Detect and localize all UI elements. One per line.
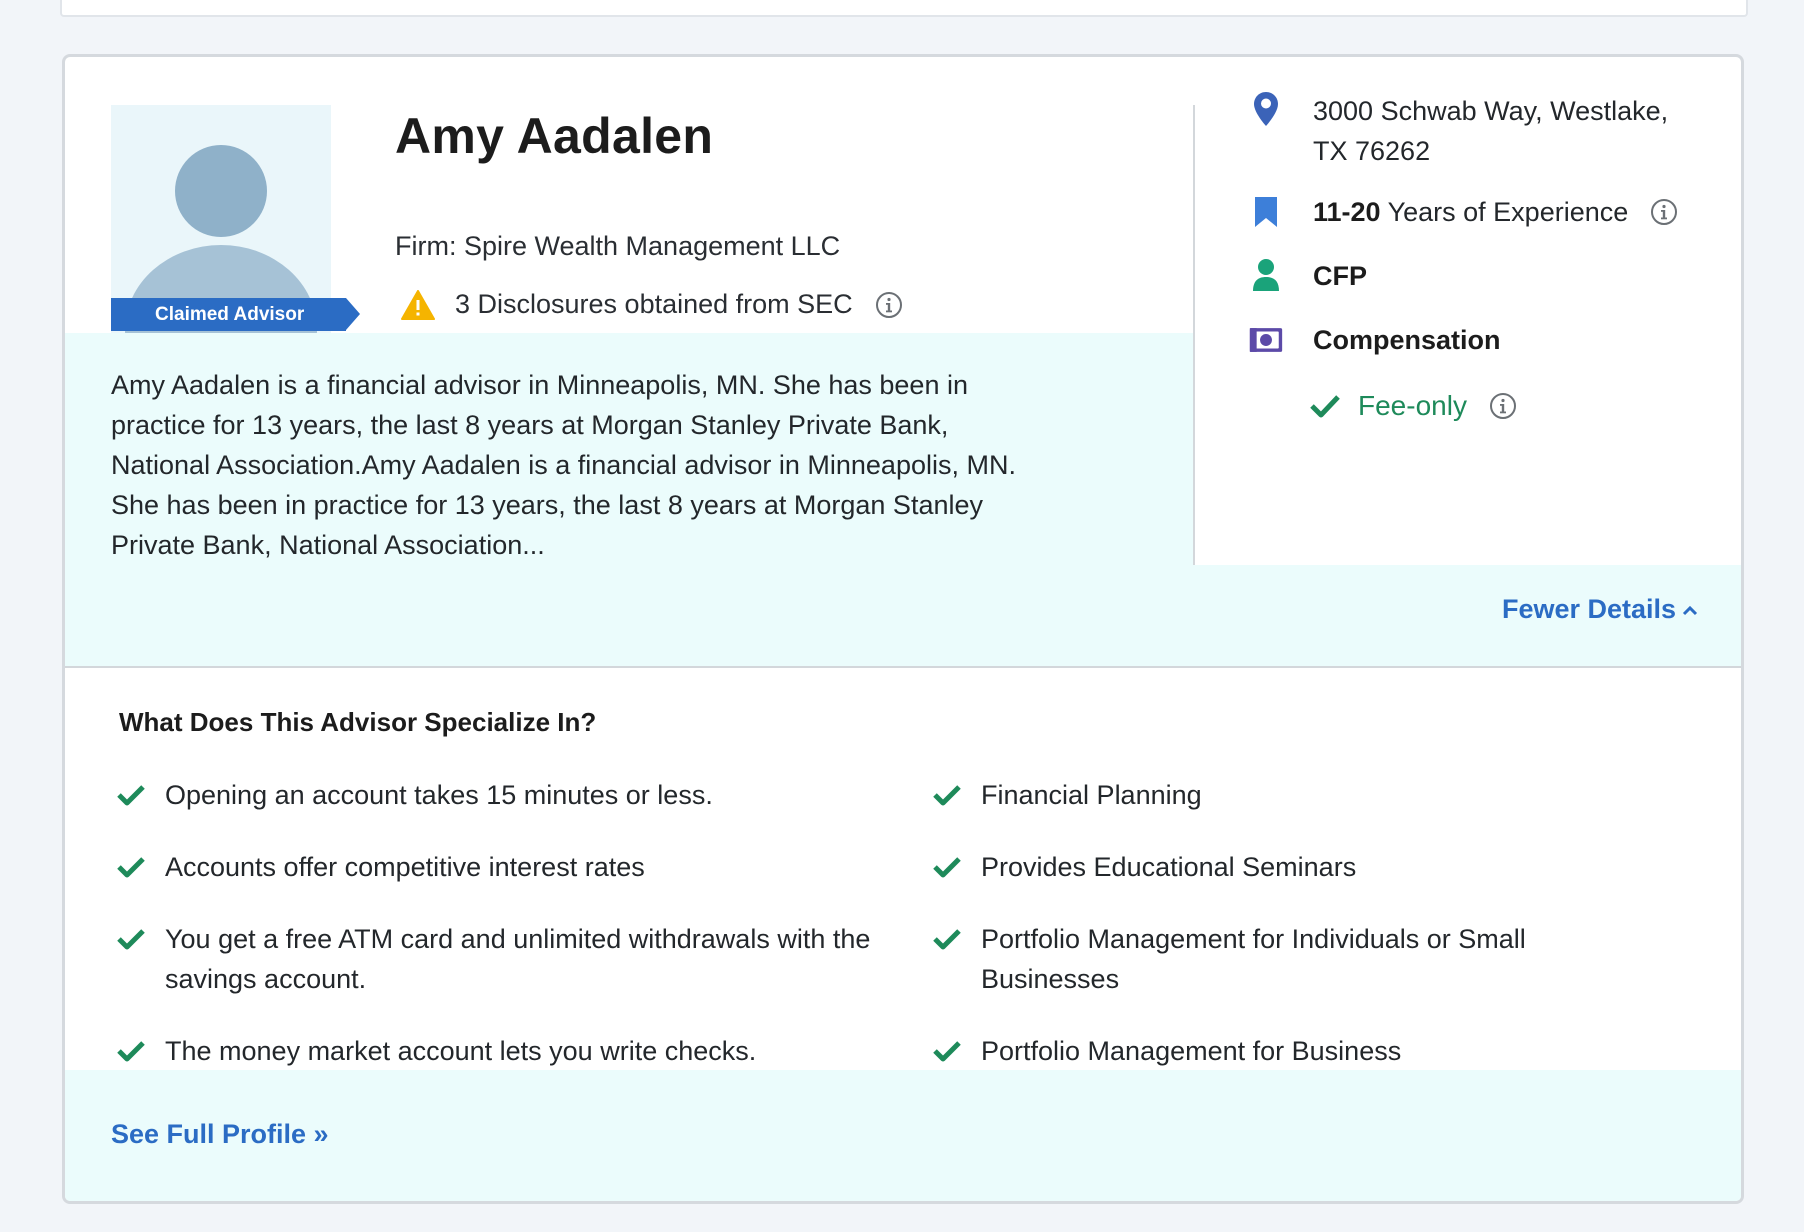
location-pin-icon — [1254, 92, 1278, 126]
fee-info-icon[interactable] — [1489, 392, 1517, 420]
check-icon — [933, 857, 961, 878]
check-icon — [933, 1041, 961, 1062]
section-divider — [65, 666, 1741, 668]
specialty-item: You get a free ATM card and unlimited wi… — [117, 919, 877, 999]
avatar-head — [175, 145, 267, 237]
specialty-item: Accounts offer competitive interest rate… — [117, 847, 877, 887]
claimed-advisor-badge: Claimed Advisor — [111, 298, 360, 331]
warning-icon — [401, 289, 435, 320]
specialty-item: Financial Planning — [933, 775, 1653, 815]
advisor-bio: Amy Aadalen is a financial advisor in Mi… — [111, 370, 1016, 560]
experience-range: 11-20 — [1313, 197, 1381, 227]
advisor-card: Claimed Advisor Amy Aadalen Firm: Spire … — [62, 54, 1744, 1204]
check-icon — [117, 785, 145, 806]
check-icon — [933, 929, 961, 950]
disclosures-row: 3 Disclosures obtained from SEC — [401, 289, 903, 320]
specialty-item: Opening an account takes 15 minutes or l… — [117, 775, 877, 815]
experience-info-icon[interactable] — [1650, 198, 1678, 226]
compensation-label: Compensation — [1313, 325, 1501, 355]
check-icon — [117, 1041, 145, 1062]
specialty-item: The money market account lets you write … — [117, 1031, 877, 1071]
bookmark-icon — [1255, 197, 1277, 227]
specialties-title: What Does This Advisor Specialize In? — [119, 707, 597, 737]
disclosures-info-icon[interactable] — [875, 291, 903, 319]
previous-card-bottom — [60, 0, 1748, 17]
check-icon — [117, 857, 145, 878]
column-divider — [1193, 105, 1195, 565]
disclosures-text: 3 Disclosures obtained from SEC — [455, 289, 853, 319]
experience-row: 11-20 Years of Experience — [1249, 192, 1678, 232]
check-icon — [1310, 395, 1340, 418]
see-full-profile-link[interactable]: See Full Profile » — [111, 1119, 329, 1150]
certification-row: CFP — [1249, 256, 1367, 296]
specialty-item: Provides Educational Seminars — [933, 847, 1653, 887]
certification: CFP — [1313, 261, 1367, 291]
experience-label: Years of Experience — [1380, 197, 1629, 227]
money-icon — [1249, 328, 1283, 352]
check-icon — [117, 929, 145, 950]
check-icon — [933, 785, 961, 806]
specialty-item: Portfolio Management for Individuals or … — [933, 919, 1573, 999]
address-row: 3000 Schwab Way, Westlake, TX 76262 — [1249, 91, 1668, 171]
fewer-details-label: Fewer Details — [1502, 594, 1677, 624]
compensation-row: Compensation — [1249, 320, 1501, 360]
fee-type: Fee-only — [1358, 390, 1467, 421]
address-line-1: 3000 Schwab Way, Westlake, — [1313, 96, 1669, 126]
person-icon — [1253, 259, 1279, 291]
firm-name: Firm: Spire Wealth Management LLC — [395, 231, 841, 261]
fee-type-row: Fee-only — [1310, 390, 1517, 422]
address-line-2: TX 76262 — [1313, 136, 1431, 166]
specialty-item: Portfolio Management for Business — [933, 1031, 1653, 1071]
advisor-name[interactable]: Amy Aadalen — [395, 107, 713, 165]
fewer-details-link[interactable]: Fewer Details — [1502, 594, 1698, 625]
chevron-up-icon — [1683, 605, 1698, 615]
